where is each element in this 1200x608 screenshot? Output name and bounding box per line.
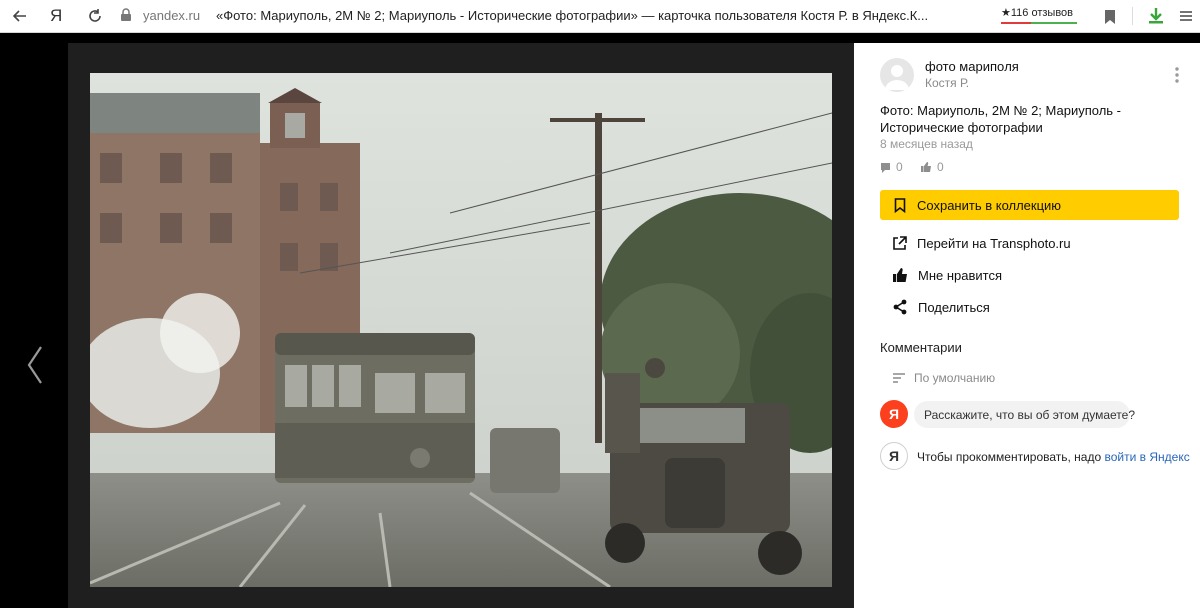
like-label: Мне нравится bbox=[918, 267, 1003, 283]
comment-icon bbox=[881, 162, 890, 173]
card-side-panel: фото марипoля Костя Р. Фото: Мариуполь, … bbox=[854, 43, 1200, 608]
like-button[interactable]: Мне нравится bbox=[892, 266, 1002, 284]
reviews-count: ★116 отзывов bbox=[1001, 7, 1073, 19]
collection-name[interactable]: фото марипoля bbox=[925, 59, 1019, 74]
comments-count: 0 bbox=[896, 160, 903, 174]
bookmark-icon bbox=[894, 197, 906, 213]
thumbs-up-icon bbox=[921, 162, 931, 172]
photo-viewer: фото марипoля Костя Р. Фото: Мариуполь, … bbox=[0, 33, 1200, 608]
browser-toolbar: Я yandex.ru «Фото: Мариуполь, 2М № 2; Ма… bbox=[0, 0, 1200, 33]
share-icon bbox=[893, 299, 907, 315]
goto-label: Перейти на Transphoto.ru bbox=[917, 235, 1071, 251]
download-icon[interactable] bbox=[1146, 6, 1166, 26]
photo-stage bbox=[68, 43, 854, 608]
page-title[interactable]: «Фото: Мариуполь, 2М № 2; Мариуполь - Ис… bbox=[216, 8, 956, 23]
card-description: Фото: Мариуполь, 2М № 2; Мариуполь - Ист… bbox=[880, 103, 1122, 135]
sort-label: По умолчанию bbox=[914, 371, 996, 385]
likes-stat[interactable]: 0 bbox=[920, 160, 944, 174]
back-arrow-icon[interactable] bbox=[10, 6, 30, 26]
sort-icon bbox=[893, 373, 905, 383]
login-link[interactable]: войти в Яндекс bbox=[1105, 450, 1190, 464]
comments-sort[interactable]: По умолчанию bbox=[892, 371, 995, 385]
comments-heading: Комментарии bbox=[880, 340, 962, 355]
card-time: 8 месяцев назад bbox=[880, 137, 973, 151]
share-label: Поделиться bbox=[918, 299, 990, 315]
login-prefix: Чтобы прокомментировать, надо bbox=[917, 450, 1105, 464]
bookmark-icon[interactable] bbox=[1100, 7, 1120, 27]
reload-icon[interactable] bbox=[85, 6, 105, 26]
lock-icon[interactable] bbox=[120, 8, 132, 22]
main-photo[interactable] bbox=[90, 73, 832, 587]
likes-count: 0 bbox=[937, 160, 944, 174]
toolbar-divider bbox=[1132, 7, 1133, 25]
rating-bar bbox=[1001, 22, 1077, 24]
site-rating-badge[interactable]: ★116 отзывов bbox=[1001, 4, 1081, 28]
yandex-browser-logo[interactable]: Я bbox=[50, 6, 62, 26]
goto-source-link[interactable]: Перейти на Transphoto.ru bbox=[892, 234, 1071, 252]
collection-avatar[interactable] bbox=[880, 58, 914, 92]
save-button-label: Сохранить в коллекцию bbox=[917, 197, 1062, 213]
address-domain[interactable]: yandex.ru bbox=[143, 8, 200, 23]
comments-stat[interactable]: 0 bbox=[880, 160, 903, 174]
historic-street-photo bbox=[90, 73, 832, 587]
yandex-logo: Я bbox=[880, 442, 908, 470]
chevron-left-icon[interactable] bbox=[24, 343, 46, 387]
author-name[interactable]: Костя Р. bbox=[925, 76, 969, 90]
share-button[interactable]: Поделиться bbox=[892, 298, 990, 316]
external-link-icon bbox=[893, 235, 907, 250]
more-options-icon[interactable] bbox=[1170, 65, 1184, 85]
comment-input[interactable]: Расскажите, что вы об этом думаете? bbox=[914, 401, 1135, 428]
thumbs-up-icon bbox=[893, 268, 907, 282]
menu-icon[interactable] bbox=[1176, 6, 1196, 26]
user-avatar: Я bbox=[880, 400, 908, 428]
login-prompt: Чтобы прокомментировать, надо войти в Ян… bbox=[917, 450, 1190, 464]
save-to-collection-button[interactable]: Сохранить в коллекцию bbox=[880, 190, 1179, 220]
